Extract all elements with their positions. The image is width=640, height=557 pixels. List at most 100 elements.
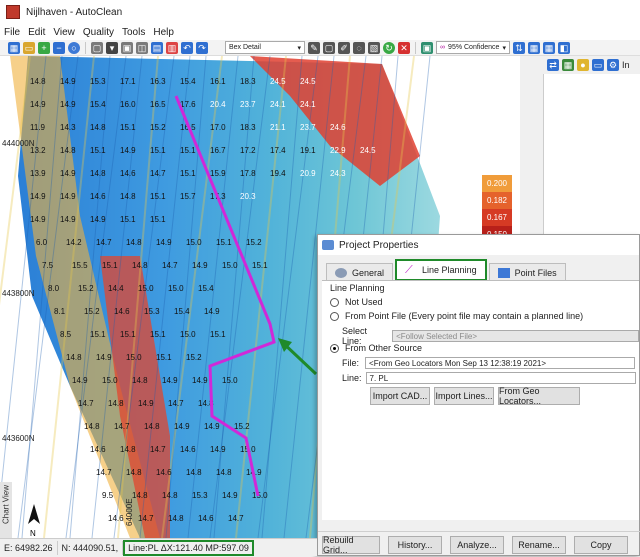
depth-label: 14.9 <box>192 376 208 385</box>
depth-label: 14.6 <box>108 514 124 523</box>
copy-button[interactable]: Copy <box>574 536 628 554</box>
refresh-icon[interactable]: ↻ <box>383 41 395 54</box>
depth-label: 14.9 <box>156 238 172 247</box>
display-style-select[interactable]: Bex Detail ▾ <box>225 41 305 54</box>
file-row: File: <From Geo Locators Mon Sep 13 12:3… <box>342 357 636 369</box>
depth-label: 15.0 <box>102 376 118 385</box>
undo-icon[interactable]: ↶ <box>181 41 193 54</box>
depth-label: 15.1 <box>150 192 166 201</box>
radio-from-point-file[interactable] <box>330 311 339 321</box>
depth-label: 14.7 <box>96 468 112 477</box>
tile-icon[interactable]: ▦ <box>528 41 540 54</box>
tab-general[interactable]: General <box>326 263 394 281</box>
depth-label: 15.1 <box>216 238 232 247</box>
menu-help[interactable]: Help <box>153 27 174 38</box>
option-not-used[interactable]: Not Used <box>330 297 383 307</box>
status-line-info: Line:PL ΔX:121.40 MP:597.09 <box>123 539 254 556</box>
depth-label: 15.4 <box>180 77 196 86</box>
radio-from-other-source[interactable] <box>330 343 339 353</box>
filter-icon[interactable]: ▧ <box>368 41 380 54</box>
depth-label: 14.9 <box>30 192 46 201</box>
project-properties-dialog: Project Properties General ⟋ Line Planni… <box>317 234 640 556</box>
select-line-input[interactable]: <Follow Selected File> <box>392 330 639 342</box>
depth-label: 15.2 <box>234 422 250 431</box>
menu-file[interactable]: File <box>4 27 20 38</box>
tab-line-planning[interactable]: ⟋ Line Planning <box>395 259 487 281</box>
grid-select-icon[interactable]: ▣ <box>121 41 133 54</box>
depth-label: 15.0 <box>186 238 202 247</box>
depth-label: 14.8 <box>126 468 142 477</box>
swap-icon[interactable]: ⇄ <box>547 59 559 71</box>
menu-view[interactable]: View <box>53 27 75 38</box>
line-planning-group-label: Line Planning <box>330 283 385 293</box>
brush-icon[interactable]: ✐ <box>338 41 350 54</box>
zoom-extent-icon[interactable]: ○ <box>68 41 80 54</box>
menu-tools[interactable]: Tools <box>122 27 145 38</box>
edit-tool-icon[interactable]: ✎ <box>308 41 320 54</box>
confidence-select[interactable]: ∞ 95% Confidence ▾ <box>436 41 510 54</box>
depth-label: 14.9 <box>90 215 106 224</box>
redo-icon[interactable]: ↷ <box>196 41 208 54</box>
file-input[interactable]: <From Geo Locators Mon Sep 13 12:38:19 2… <box>365 357 636 369</box>
lasso-icon[interactable]: ◌ <box>353 41 365 54</box>
menu-edit[interactable]: Edit <box>28 27 45 38</box>
easting-label: 64000E <box>125 498 134 526</box>
zoom-box-icon[interactable]: ◫ <box>136 41 148 54</box>
depth-label: 15.1 <box>150 330 166 339</box>
analyze-button[interactable]: Analyze... <box>450 536 504 554</box>
depth-label: 14.3 <box>60 123 76 132</box>
import-cad-button[interactable]: Import CAD... <box>370 387 430 405</box>
layer-icon[interactable]: ▣ <box>421 41 433 54</box>
history-button[interactable]: History... <box>388 536 442 554</box>
edit-area-icon[interactable]: ▢ <box>323 41 335 54</box>
menu-quality[interactable]: Quality <box>83 27 114 38</box>
map-icon[interactable]: ▦ <box>562 59 574 71</box>
open-folder-icon[interactable]: ▭ <box>23 41 35 54</box>
sync-icon[interactable]: ⇅ <box>513 41 525 54</box>
close-icon[interactable]: ✕ <box>398 41 410 54</box>
depth-label: 14.8 <box>132 261 148 270</box>
option-from-other-source[interactable]: From Other Source <box>330 343 422 353</box>
depth-label: 15.0 <box>222 261 238 270</box>
depth-label: 22.9 <box>330 146 346 155</box>
select-area-icon[interactable]: ▢ <box>91 41 103 54</box>
depth-label: 14.9 <box>60 100 76 109</box>
pin-icon[interactable]: ▾ <box>106 41 118 54</box>
depth-label: 14.8 <box>168 514 184 523</box>
option-from-point-file[interactable]: From Point File (Every point file may co… <box>330 311 583 321</box>
depth-label: 14.9 <box>204 307 220 316</box>
line-select[interactable]: 7. PL <box>365 372 636 384</box>
import-lines-button[interactable]: Import Lines... <box>434 387 494 405</box>
chevron-down-icon: ▾ <box>502 44 506 52</box>
rename-button[interactable]: Rename... <box>512 536 566 554</box>
grid-view-icon[interactable]: ▦ <box>543 41 555 54</box>
depth-label: 14.9 <box>60 192 76 201</box>
depth-label: 15.0 <box>138 284 154 293</box>
legend-entry: 0.182 <box>482 192 512 209</box>
rebuild-grid-button[interactable]: Rebuild Grid... <box>322 535 380 555</box>
depth-label: 14.7 <box>168 399 184 408</box>
radio-not-used[interactable] <box>330 297 339 307</box>
depth-label: 14.8 <box>120 192 136 201</box>
select-line-value: <Follow Selected File> <box>396 331 477 341</box>
dialog-title-bar: Project Properties <box>318 235 639 255</box>
settings-icon[interactable]: ⚙ <box>607 59 619 71</box>
bulb-icon[interactable]: ● <box>577 59 589 71</box>
depth-label: 14.9 <box>204 422 220 431</box>
split-view-icon[interactable]: ◧ <box>558 41 570 54</box>
depth-label: 15.2 <box>84 307 100 316</box>
depth-label: 24.6 <box>330 123 346 132</box>
option-label: Not Used <box>345 297 383 307</box>
depth-label: 15.3 <box>144 307 160 316</box>
add-icon[interactable]: + <box>38 41 50 54</box>
minus-icon[interactable]: − <box>53 41 65 54</box>
bar-chart-icon[interactable]: ▥ <box>166 41 178 54</box>
from-geo-locators-button[interactable]: From Geo Locators... <box>498 386 580 406</box>
profile-icon[interactable]: ▤ <box>151 41 163 54</box>
window-icon[interactable]: ▭ <box>592 59 604 71</box>
depth-label: 14.8 <box>60 146 76 155</box>
tab-point-files[interactable]: Point Files <box>488 263 566 281</box>
depth-label: 14.9 <box>120 146 136 155</box>
right-dock-panel <box>543 56 640 236</box>
new-project-icon[interactable]: ▦ <box>8 41 20 54</box>
